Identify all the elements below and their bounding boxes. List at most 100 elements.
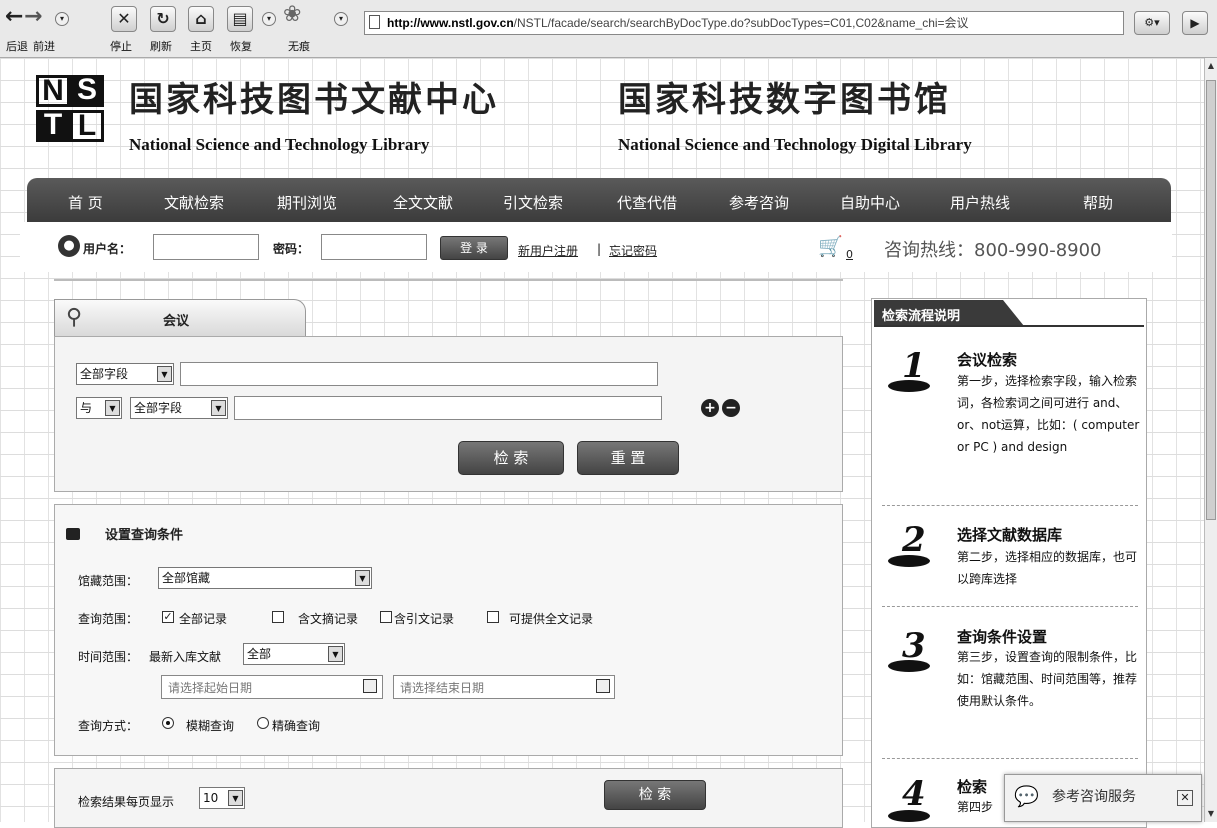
restore-icon[interactable]: ▤ (227, 6, 253, 32)
scope-citation-checkbox[interactable] (380, 611, 392, 623)
scope-label: 查询范围： (78, 612, 139, 626)
end-date-input[interactable]: 请选择结束日期 (393, 675, 615, 699)
step-4-desc: 第四步 (957, 800, 994, 814)
password-input[interactable] (321, 234, 427, 260)
chat-label[interactable]: 参考咨询服务 (1052, 786, 1136, 806)
scroll-up-icon[interactable]: ▲ (1206, 60, 1216, 72)
nav-home[interactable]: 首 页 (68, 192, 103, 213)
step-3-desc: 第三步，设置查询的限制条件，比如：馆藏范围、时间范围等，推荐使用默认条件。 (957, 650, 1138, 708)
incognito-dropdown-icon[interactable]: ▾ (334, 12, 348, 26)
back-label[interactable]: 后退 (6, 38, 28, 54)
conditions-title: 设置查询条件 (105, 528, 184, 543)
reset-button[interactable]: 重 置 (577, 441, 679, 475)
nav-doc-search[interactable]: 文献检索 (164, 192, 224, 213)
url-host: http://www.nstl.gov.cn (387, 16, 514, 30)
stop-label[interactable]: 停止 (110, 38, 132, 54)
field-select-2[interactable]: 全部字段 ▼ (130, 397, 228, 419)
paw-icon[interactable]: ❀ (283, 3, 301, 27)
step-3-title: 查询条件设置 (957, 628, 1048, 646)
step-3-number: 3 (902, 626, 926, 666)
library-label: 馆藏范围： (78, 574, 139, 588)
refresh-label[interactable]: 刷新 (150, 38, 172, 54)
title-en-left: National Science and Technology Library (129, 135, 430, 154)
username-label: 用户名： (83, 242, 132, 256)
close-icon[interactable]: ✕ (1177, 790, 1193, 806)
remove-row-icon[interactable]: − (722, 399, 740, 417)
step-4-title: 检索 (957, 778, 988, 796)
scrollbar-thumb[interactable] (1206, 80, 1216, 520)
nav-delivery[interactable]: 代查代借 (617, 192, 677, 213)
cart-count[interactable]: 0 (846, 248, 853, 261)
page-icon (369, 15, 380, 29)
go-arrow-icon[interactable]: ▶ (1182, 11, 1208, 35)
mode-exact-radio[interactable] (257, 717, 269, 729)
calendar-icon[interactable] (363, 679, 377, 693)
home-icon[interactable]: ⌂ (188, 6, 214, 32)
start-date-input[interactable]: 请选择起始日期 (161, 675, 383, 699)
compat-view-icon[interactable]: ⚙▾ (1134, 11, 1170, 35)
forward-label[interactable]: 前进 (33, 38, 55, 54)
step-1-title: 会议检索 (957, 351, 1018, 369)
per-page-select[interactable]: 10 ▼ (199, 787, 245, 809)
restore-label[interactable]: 恢复 (230, 38, 252, 54)
url-path: /NSTL/facade/search/searchByDocType.do?s… (513, 16, 969, 30)
nav-journal-browse[interactable]: 期刊浏览 (277, 192, 337, 213)
address-bar[interactable]: http://www.nstl.gov.cn/NSTL/facade/searc… (364, 11, 1124, 35)
keyword-input-1[interactable] (180, 362, 658, 386)
forgot-password-link[interactable]: 忘记密码 (609, 242, 657, 259)
scroll-down-icon[interactable]: ▼ (1206, 808, 1216, 820)
field-select-2-value: 全部字段 (134, 401, 183, 415)
field-select-1-value: 全部字段 (80, 367, 129, 381)
title-en-right: National Science and Technology Digital … (618, 135, 972, 154)
field-select-1[interactable]: 全部字段 ▼ (76, 363, 174, 385)
chat-bubble-icon: 💬 (1014, 784, 1039, 808)
restore-dropdown-icon[interactable]: ▾ (262, 12, 276, 26)
nav-self-service[interactable]: 自助中心 (840, 192, 900, 213)
forward-arrow-icon[interactable]: → (24, 5, 42, 29)
add-row-icon[interactable]: + (701, 399, 719, 417)
chevron-down-icon: ▼ (328, 646, 343, 662)
magnifier-icon: ⚲ (66, 305, 83, 330)
stop-icon[interactable]: ✕ (111, 6, 137, 32)
nav-user-hotline[interactable]: 用户热线 (950, 192, 1010, 213)
home-label[interactable]: 主页 (190, 38, 212, 54)
nav-help[interactable]: 帮助 (1083, 192, 1113, 213)
chevron-down-icon: ▼ (157, 366, 172, 382)
time-select[interactable]: 全部 ▼ (243, 643, 345, 665)
back-arrow-icon[interactable]: ← (5, 5, 23, 29)
login-button[interactable]: 登 录 (440, 236, 508, 260)
scope-abstract-checkbox[interactable] (272, 611, 284, 623)
tab-label[interactable]: 会议 (163, 310, 189, 329)
calendar-icon[interactable] (596, 679, 610, 693)
collapse-icon[interactable] (66, 528, 80, 540)
time-label: 时间范围： (78, 650, 139, 664)
keyword-input-2[interactable] (234, 396, 662, 420)
forward-dropdown-icon[interactable]: ▾ (55, 12, 69, 26)
logo-letter-t: T (36, 110, 70, 142)
nav-reference[interactable]: 参考咨询 (729, 192, 789, 213)
refresh-icon[interactable]: ↻ (150, 6, 176, 32)
nav-fulltext[interactable]: 全文文献 (393, 192, 453, 213)
cart-icon[interactable]: 🛒 (818, 234, 843, 258)
step-divider (882, 606, 1138, 607)
mode-fuzzy-radio[interactable] (162, 717, 174, 729)
username-input[interactable] (153, 234, 259, 260)
operator-select[interactable]: 与 ▼ (76, 397, 122, 419)
incognito-label[interactable]: 无痕 (288, 38, 310, 54)
mode-fuzzy-label: 模糊查询 (186, 719, 235, 733)
per-page-label: 检索结果每页显示 (78, 795, 175, 809)
results-search-button[interactable]: 检 索 (604, 780, 706, 810)
scope-all-checkbox[interactable]: ✓ (162, 611, 174, 623)
step-2-number: 2 (902, 520, 926, 560)
step-4-number: 4 (902, 774, 926, 814)
guide-title-rule (874, 325, 1144, 327)
chevron-down-icon: ▼ (355, 570, 370, 586)
search-button[interactable]: 检 索 (458, 441, 564, 475)
library-select[interactable]: 全部馆藏 ▼ (158, 567, 372, 589)
scope-citation-label: 含引文记录 (394, 612, 455, 626)
guide-title: 检索流程说明 (882, 309, 961, 324)
scope-fulltext-checkbox[interactable] (487, 611, 499, 623)
register-link[interactable]: 新用户注册 (518, 242, 578, 259)
nav-citation-search[interactable]: 引文检索 (503, 192, 563, 213)
user-icon: ● (58, 235, 80, 257)
